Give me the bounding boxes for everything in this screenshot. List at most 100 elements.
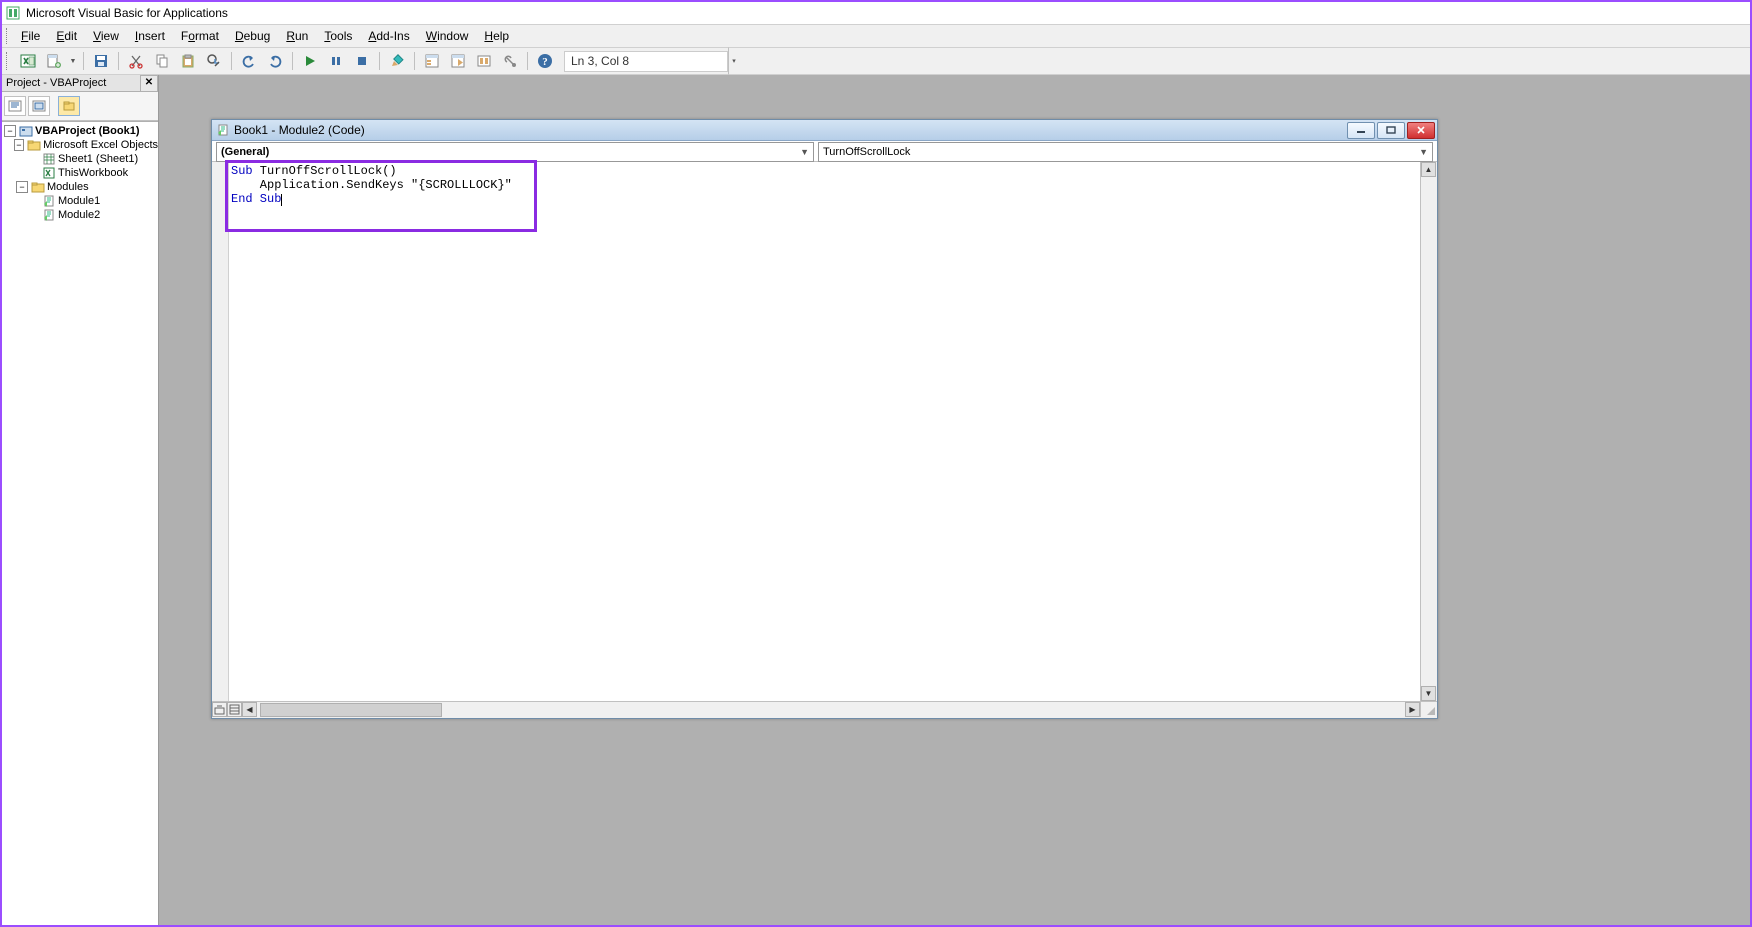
cursor-position: Ln 3, Col 8	[564, 51, 728, 72]
module-icon	[216, 124, 230, 136]
horizontal-scrollbar[interactable]: ◀ ▶	[242, 702, 1420, 718]
toolbar-overflow[interactable]: ▾	[728, 47, 740, 75]
menu-tools[interactable]: Tools	[316, 27, 360, 45]
maximize-button[interactable]	[1377, 122, 1405, 139]
cut-button[interactable]	[124, 49, 148, 73]
vertical-scrollbar[interactable]: ▲ ▼	[1420, 162, 1437, 701]
code-margin	[212, 162, 229, 701]
toolbar: ▼	[2, 48, 1750, 75]
toolbar-grip	[6, 52, 11, 70]
properties-window-button[interactable]	[446, 49, 470, 73]
view-object-button[interactable]	[28, 96, 50, 116]
undo-button[interactable]	[237, 49, 261, 73]
menu-file[interactable]: File	[13, 27, 48, 45]
project-panel-title: Project - VBAProject	[6, 77, 106, 89]
copy-button[interactable]	[150, 49, 174, 73]
scroll-right-icon[interactable]: ▶	[1405, 702, 1420, 717]
code-editor[interactable]: Sub TurnOffScrollLock() Application.Send…	[229, 162, 1420, 701]
procedure-view-button[interactable]	[212, 702, 227, 717]
project-explorer-button[interactable]	[420, 49, 444, 73]
insert-module-dropdown[interactable]: ▼	[67, 49, 79, 73]
object-dropdown[interactable]: (General) ▼	[216, 142, 814, 162]
minimize-button[interactable]	[1347, 122, 1375, 139]
view-code-button[interactable]	[4, 96, 26, 116]
menu-insert[interactable]: Insert	[127, 27, 173, 45]
save-button[interactable]	[89, 49, 113, 73]
project-panel-header: Project - VBAProject ✕	[2, 75, 158, 92]
insert-module-button[interactable]	[42, 49, 66, 73]
app-frame: Microsoft Visual Basic for Applications …	[0, 0, 1752, 927]
app-title: Microsoft Visual Basic for Applications	[26, 6, 228, 20]
toolbox-button[interactable]	[498, 49, 522, 73]
redo-button[interactable]	[263, 49, 287, 73]
reset-button[interactable]	[350, 49, 374, 73]
run-button[interactable]	[298, 49, 322, 73]
module-icon	[42, 209, 56, 221]
mdi-client: Book1 - Module2 (Code) (General) ▼ TurnO…	[159, 75, 1750, 925]
toggle-folders-button[interactable]	[58, 96, 80, 116]
menubar: File Edit View Insert Format Debug Run T…	[2, 25, 1750, 48]
tree-thisworkbook[interactable]: ThisWorkbook	[2, 166, 158, 180]
tree-root-label: VBAProject (Book1)	[35, 125, 140, 137]
tree-module1[interactable]: Module1	[2, 194, 158, 208]
tree-root[interactable]: − VBAProject (Book1)	[2, 124, 158, 138]
menu-addins[interactable]: Add-Ins	[360, 27, 417, 45]
full-module-view-button[interactable]	[227, 702, 242, 717]
tree-sheet1[interactable]: Sheet1 (Sheet1)	[2, 152, 158, 166]
tree-modules-label: Modules	[47, 181, 89, 193]
scrollbar-thumb[interactable]	[260, 703, 442, 717]
menu-edit[interactable]: Edit	[48, 27, 85, 45]
project-panel-close-button[interactable]: ✕	[140, 75, 158, 92]
expander-icon[interactable]: −	[4, 125, 16, 137]
sheet-icon	[42, 153, 56, 165]
procedure-dropdown[interactable]: TurnOffScrollLock ▼	[818, 142, 1433, 162]
menu-format[interactable]: Format	[173, 27, 227, 45]
close-button[interactable]	[1407, 122, 1435, 139]
tree-excel-objects-label: Microsoft Excel Objects	[43, 139, 158, 151]
menu-help[interactable]: Help	[476, 27, 517, 45]
code-text: Sub TurnOffScrollLock() Application.Send…	[231, 164, 512, 206]
paste-button[interactable]	[176, 49, 200, 73]
code-window-title: Book1 - Module2 (Code)	[234, 123, 365, 137]
main-area: Project - VBAProject ✕ −	[2, 75, 1750, 925]
expander-icon[interactable]: −	[16, 181, 28, 193]
tree-module2[interactable]: Module2	[2, 208, 158, 222]
code-window-titlebar[interactable]: Book1 - Module2 (Code)	[212, 120, 1437, 141]
scroll-left-icon[interactable]: ◀	[242, 702, 257, 717]
tree-excel-objects[interactable]: − Microsoft Excel Objects	[2, 138, 158, 152]
scroll-down-icon[interactable]: ▼	[1421, 686, 1436, 701]
help-button[interactable]: ?	[533, 49, 557, 73]
menu-view[interactable]: View	[85, 27, 127, 45]
tree-module2-label: Module2	[58, 209, 100, 221]
tree-sheet1-label: Sheet1 (Sheet1)	[58, 153, 138, 165]
menu-debug[interactable]: Debug	[227, 27, 278, 45]
code-window: Book1 - Module2 (Code) (General) ▼ TurnO…	[211, 119, 1438, 719]
tree-modules[interactable]: − Modules	[2, 180, 158, 194]
menubar-grip	[6, 28, 11, 44]
project-panel-toolbar	[2, 92, 158, 121]
project-tree[interactable]: − VBAProject (Book1) − Microsoft Excel O…	[2, 121, 158, 925]
design-mode-button[interactable]	[385, 49, 409, 73]
object-browser-button[interactable]	[472, 49, 496, 73]
find-button[interactable]	[202, 49, 226, 73]
app-icon	[6, 6, 20, 20]
menu-window[interactable]: Window	[418, 27, 477, 45]
view-excel-button[interactable]	[16, 49, 40, 73]
workbook-icon	[42, 167, 56, 179]
svg-text:?: ?	[542, 56, 548, 68]
resize-grip[interactable]	[1420, 702, 1437, 717]
project-icon	[19, 125, 33, 137]
folder-icon	[31, 181, 45, 193]
expander-icon[interactable]: −	[14, 139, 24, 151]
procedure-dropdown-value: TurnOffScrollLock	[823, 146, 910, 158]
tree-module1-label: Module1	[58, 195, 100, 207]
chevron-down-icon: ▼	[1419, 147, 1428, 157]
break-button[interactable]	[324, 49, 348, 73]
scroll-up-icon[interactable]: ▲	[1421, 162, 1436, 177]
code-window-footer: ◀ ▶	[212, 701, 1437, 718]
folder-icon	[27, 139, 41, 151]
menu-run[interactable]: Run	[278, 27, 316, 45]
object-dropdown-value: (General)	[221, 146, 269, 158]
project-panel: Project - VBAProject ✕ −	[2, 75, 159, 925]
chevron-down-icon: ▼	[800, 147, 809, 157]
